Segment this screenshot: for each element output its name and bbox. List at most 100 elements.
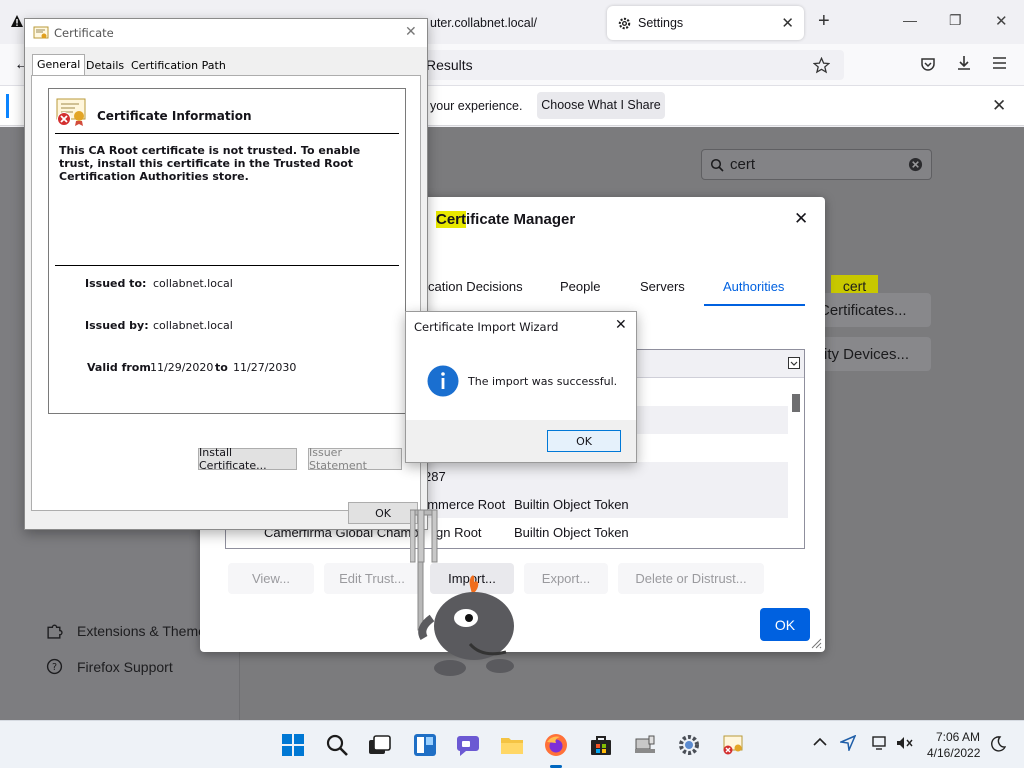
task-view-icon[interactable] (368, 733, 392, 757)
search-taskbar-icon[interactable] (325, 733, 349, 757)
location-icon[interactable] (840, 735, 856, 751)
certificate-manager-title: Certificate Manager (436, 211, 576, 228)
certificate-window: Certificate ✕ General Details Certificat… (24, 18, 428, 530)
tab-authorities[interactable]: Authorities (723, 279, 784, 294)
close-notification-icon[interactable]: ✕ (992, 96, 1006, 116)
pocket-icon[interactable] (920, 56, 936, 72)
certificate-app-icon[interactable] (721, 733, 745, 757)
row-token: Builtin Object Token (514, 496, 629, 512)
certificate-icon (33, 25, 49, 41)
certificate-ok-button[interactable]: OK (348, 502, 418, 524)
valid-to-value: 11/27/2030 (233, 361, 297, 374)
choose-what-i-share-button[interactable]: Choose What I Share (537, 92, 665, 119)
close-tab-icon[interactable]: ✕ (781, 14, 794, 32)
tab-decisions[interactable]: cation Decisions (428, 279, 523, 294)
wizard-footer: OK (406, 420, 636, 462)
tab-general[interactable]: General (32, 54, 86, 77)
certificate-window-title: Certificate (54, 26, 114, 40)
view-button[interactable]: View... (228, 563, 314, 594)
heading-divider (55, 133, 399, 134)
network-app-icon[interactable] (633, 733, 657, 757)
help-icon: ? (46, 658, 63, 675)
settings-app-icon[interactable] (677, 733, 701, 757)
notification-message: your experience. (430, 99, 523, 113)
row-token: Builtin Object Token (514, 524, 629, 540)
sidebar-item-extensions[interactable]: Extensions & Themes (46, 622, 213, 639)
untrusted-certificate-icon (55, 97, 87, 127)
install-certificate-button[interactable]: Install Certificate... (198, 446, 297, 472)
sidebar-item-support[interactable]: ? Firefox Support (46, 658, 173, 675)
display-icon[interactable] (872, 735, 888, 751)
volume-muted-icon[interactable] (896, 735, 914, 751)
issued-by-value: collabnet.local (153, 319, 233, 332)
clock-time[interactable]: 7:06 AM (936, 730, 980, 744)
clock-date[interactable]: 4/16/2022 (927, 746, 980, 760)
firefox-icon[interactable] (544, 733, 568, 757)
info-icon (427, 365, 459, 397)
security-devices-button[interactable]: rity Devices... (815, 337, 931, 371)
tab-collabnet[interactable]: uter.collabnet.local/ (420, 6, 600, 40)
edit-trust-button[interactable]: Edit Trust... (324, 563, 420, 594)
export-button[interactable]: Export... (524, 563, 608, 594)
column-picker-icon[interactable] (788, 357, 800, 369)
url-bar[interactable]: Results (420, 50, 844, 80)
sidebar-item-label: Extensions & Themes (77, 622, 213, 639)
tab-details[interactable]: Details (82, 57, 128, 75)
puzzle-icon (46, 622, 63, 639)
chevron-up-icon[interactable] (813, 737, 827, 747)
store-icon[interactable] (589, 733, 613, 757)
scrollbar-thumb[interactable] (792, 394, 800, 412)
focus-moon-icon[interactable] (990, 736, 1006, 752)
warning-icon (10, 14, 24, 28)
wizard-message: The import was successful. (468, 375, 618, 388)
issued-by-label: Issued by: (85, 319, 149, 332)
restore-icon[interactable]: ❐ (949, 12, 962, 29)
close-dialog-icon[interactable]: ✕ (794, 209, 808, 229)
issued-to-label: Issued to: (85, 277, 147, 290)
clear-search-icon[interactable] (908, 157, 923, 172)
valid-from-value: 11/29/2020 (150, 361, 214, 374)
taskbar: 7:06 AM 4/16/2022 (0, 720, 1024, 768)
search-icon (710, 158, 724, 172)
certificate-info-heading: Certificate Information (97, 109, 252, 123)
certificate-title-bar: Certificate ✕ (25, 19, 427, 47)
sidebar-item-label: Firefox Support (77, 658, 173, 675)
menu-icon[interactable] (992, 56, 1007, 70)
tab-servers[interactable]: Servers (640, 279, 685, 294)
tab-settings-label: Settings (638, 16, 684, 30)
close-window-icon[interactable]: ✕ (995, 12, 1008, 30)
valid-to-label: to (215, 361, 228, 374)
file-explorer-icon[interactable] (500, 733, 524, 757)
wizard-ok-button[interactable]: OK (547, 430, 621, 452)
view-certificates-button[interactable]: Certificates... (815, 293, 931, 327)
minimize-icon[interactable]: — (903, 12, 917, 28)
tab-certification-path[interactable]: Certification Path (127, 57, 230, 75)
close-wizard-icon[interactable]: ✕ (615, 317, 627, 333)
delete-distrust-button[interactable]: Delete or Distrust... (618, 563, 764, 594)
tab-settings[interactable]: Settings ✕ (607, 6, 804, 40)
downloads-icon[interactable] (956, 55, 972, 71)
settings-search-input[interactable]: cert (701, 149, 932, 180)
chat-icon[interactable] (456, 733, 480, 757)
valid-from-label: Valid from (87, 361, 151, 374)
certificate-info-box: Certificate Information This CA Root cer… (48, 88, 406, 414)
svg-text:?: ? (52, 662, 57, 673)
gear-icon (617, 16, 632, 31)
import-wizard-dialog: Certificate Import Wizard ✕ The import w… (405, 311, 637, 463)
search-value: cert (730, 156, 756, 173)
general-panel: Certificate Information This CA Root cer… (31, 75, 421, 511)
windows-start-icon[interactable] (281, 733, 305, 757)
trust-warning: This CA Root certificate is not trusted.… (59, 144, 361, 183)
tab-collabnet-label: uter.collabnet.local/ (430, 16, 538, 30)
close-certificate-icon[interactable]: ✕ (405, 24, 417, 40)
new-tab-button[interactable]: + (818, 10, 830, 33)
url-text: Results (426, 57, 473, 73)
cert-manager-ok-button[interactable]: OK (760, 608, 810, 641)
resize-grip-icon[interactable] (811, 638, 822, 649)
widgets-icon[interactable] (413, 733, 437, 757)
tab-people[interactable]: People (560, 279, 600, 294)
details-divider (55, 265, 399, 266)
wizard-title: Certificate Import Wizard (414, 320, 559, 334)
issuer-statement-button[interactable]: Issuer Statement (308, 446, 402, 472)
bookmark-star-icon[interactable] (813, 56, 830, 74)
